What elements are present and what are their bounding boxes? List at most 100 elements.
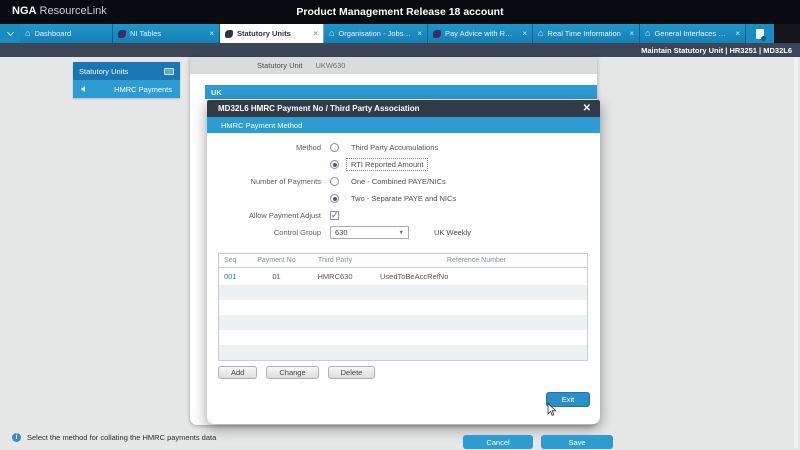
tab-real-time-information[interactable]: ⌂ Real Time Information × — [533, 24, 640, 43]
hmrc-payment-modal: MD32L6 HMRC Payment No / Third Party Ass… — [207, 100, 600, 424]
context-bar: Maintain Statutory Unit | HR3251 | MD32L… — [0, 43, 800, 57]
sidebar-item-hmrc-payments[interactable]: HMRC Payments — [73, 80, 180, 98]
tab-label: Organisation - Jobs/Post: — [338, 29, 411, 38]
tab-label: Statutory Units — [237, 29, 291, 38]
new-tab-button[interactable] — [746, 24, 774, 43]
table-empty-row — [219, 345, 587, 360]
tab-general-interfaces[interactable]: ⌂ General Interfaces & Rpt: × — [640, 24, 746, 43]
status-text: Select the method for collating the HMRC… — [27, 433, 216, 442]
radio-one-combined-paye-nics[interactable] — [330, 177, 339, 186]
home-icon: ⌂ — [538, 29, 543, 38]
tab-close-icon[interactable]: × — [411, 29, 422, 38]
column-header-third-party: Third Party — [304, 257, 366, 264]
modal-title: MD32L6 HMRC Payment No / Third Party Ass… — [218, 104, 420, 113]
status-message: i Select the method for collating the HM… — [12, 433, 216, 442]
module-icon — [433, 30, 441, 38]
method-option-label[interactable]: RTI Reported Amount — [346, 158, 428, 171]
tab-close-icon[interactable]: × — [516, 29, 527, 38]
panel-header: Statutory Unit UKW630 — [190, 57, 597, 74]
tab-label: Real Time Information — [547, 29, 620, 38]
tab-label: Pay Advice with Re-Calc. — [445, 29, 516, 38]
table-action-buttons: Add Change Delete — [218, 366, 600, 379]
payments-table: Seq Payment No Third Party Reference Num… — [218, 253, 588, 361]
module-icon — [225, 30, 233, 38]
tab-label: Dashboard — [34, 29, 71, 38]
collapse-arrow-icon — [81, 86, 85, 92]
table-row[interactable]: 001 01 HMRC630 UsedToBeAccRefNo — [219, 268, 587, 285]
sidebar-header-label: Statutory Units — [79, 67, 128, 76]
breadcrumb: Maintain Statutory Unit | HR3251 | MD32L… — [641, 46, 792, 55]
control-group-value: 630 — [335, 228, 348, 237]
column-header-reference-number: Reference Number — [366, 257, 587, 264]
uk-section-header[interactable]: UK — [205, 85, 597, 99]
radio-rti-reported-amount[interactable] — [330, 160, 339, 169]
save-button[interactable]: Save — [541, 435, 613, 449]
tab-close-icon[interactable]: × — [307, 29, 318, 38]
tab-statutory-units[interactable]: Statutory Units × — [220, 24, 324, 43]
sidebar: Statutory Units HMRC Payments — [73, 62, 180, 98]
home-icon: ⌂ — [645, 29, 650, 38]
control-group-description: UK Weekly — [434, 228, 471, 237]
app-window: NGA ResourceLink Product Management Rele… — [0, 0, 800, 450]
column-header-payment-no: Payment No — [249, 257, 304, 264]
control-group-select[interactable]: 630 ▼ — [330, 226, 409, 239]
table-header-row: Seq Payment No Third Party Reference Num… — [219, 254, 587, 268]
tab-close-icon[interactable]: × — [623, 29, 634, 38]
hmrc-payment-form: Method Third Party Accumulations RTI Rep… — [207, 133, 600, 241]
add-button[interactable]: Add — [218, 366, 257, 379]
tab-label: General Interfaces & Rpt: — [654, 29, 729, 38]
modal-section-label: HMRC Payment Method — [221, 121, 302, 130]
modal-title-bar: MD32L6 HMRC Payment No / Third Party Ass… — [207, 100, 600, 117]
tab-close-icon[interactable]: × — [729, 29, 740, 38]
dropdown-arrow-icon: ▼ — [399, 230, 404, 236]
tab-scroll-button[interactable] — [0, 24, 20, 43]
info-icon: i — [12, 433, 21, 442]
home-icon: ⌂ — [329, 29, 334, 38]
table-empty-row — [219, 285, 587, 300]
home-icon: ⌂ — [25, 29, 30, 38]
monitor-icon — [164, 68, 174, 75]
tab-organisation-jobs-post[interactable]: ⌂ Organisation - Jobs/Post: × — [324, 24, 428, 43]
scrollbar[interactable] — [794, 57, 798, 448]
allow-payment-adjust-checkbox[interactable] — [330, 211, 339, 220]
radio-two-separate-paye-nics[interactable] — [330, 194, 339, 203]
environment-title: Product Management Release 18 account — [0, 6, 800, 18]
tab-ni-tables[interactable]: NI Tables × — [113, 24, 220, 43]
tab-dashboard[interactable]: ⌂ Dashboard — [20, 24, 113, 43]
allow-payment-adjust-label: Allow Payment Adjust — [207, 211, 330, 220]
table-empty-row — [219, 330, 587, 345]
payments-option-label[interactable]: Two - Separate PAYE and NICs — [351, 194, 456, 203]
chevron-down-icon — [6, 29, 13, 36]
cell-payment-no: 01 — [249, 272, 304, 281]
modal-close-icon[interactable]: ✕ — [583, 104, 591, 114]
sidebar-header[interactable]: Statutory Units — [73, 62, 180, 80]
control-group-label: Control Group — [207, 228, 330, 237]
sidebar-item-label: HMRC Payments — [114, 85, 172, 94]
radio-third-party-accumulations[interactable] — [330, 143, 339, 152]
table-empty-row — [219, 315, 587, 330]
column-header-seq: Seq — [219, 257, 249, 264]
method-label: Method — [207, 143, 330, 152]
tab-pay-advice[interactable]: Pay Advice with Re-Calc. × — [428, 24, 533, 43]
cursor-icon — [547, 403, 558, 416]
table-empty-row — [219, 300, 587, 315]
cancel-button[interactable]: Cancel — [463, 435, 533, 449]
tab-bar-filler — [774, 24, 800, 43]
change-button[interactable]: Change — [266, 366, 318, 379]
tab-close-icon[interactable]: × — [203, 29, 214, 38]
cell-third-party: HMRC630 — [304, 272, 366, 281]
delete-button[interactable]: Delete — [328, 366, 376, 379]
payments-option-label[interactable]: One - Combined PAYE/NICs — [351, 177, 446, 186]
new-page-icon — [756, 29, 764, 39]
cell-seq[interactable]: 001 — [219, 272, 249, 281]
tab-bar: ⌂ Dashboard NI Tables × Statutory Units … — [0, 24, 800, 43]
top-bar: NGA ResourceLink Product Management Rele… — [0, 0, 800, 24]
cell-reference-number: UsedToBeAccRefNo — [366, 272, 587, 281]
tab-label: NI Tables — [130, 29, 161, 38]
module-icon — [118, 30, 126, 38]
uk-section-label: UK — [211, 88, 222, 97]
number-of-payments-label: Number of Payments — [207, 177, 330, 186]
statutory-unit-value: UKW630 — [315, 61, 345, 70]
statutory-unit-label: Statutory Unit — [257, 61, 302, 70]
method-option-label[interactable]: Third Party Accumulations — [351, 143, 438, 152]
